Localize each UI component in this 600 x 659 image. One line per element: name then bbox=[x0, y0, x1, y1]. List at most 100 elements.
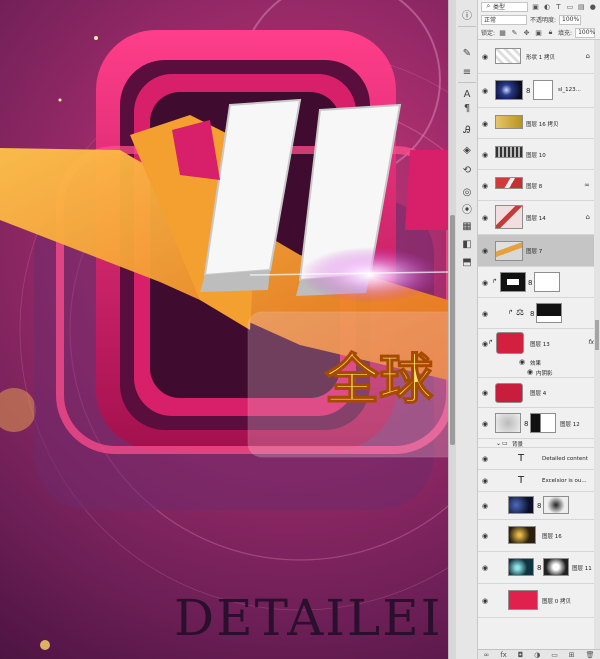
layer-name[interactable]: 图层 11 bbox=[572, 564, 592, 572]
visibility-eye-icon[interactable]: ◉ bbox=[518, 358, 526, 366]
visibility-eye-icon[interactable]: ◉ bbox=[481, 151, 489, 159]
visibility-eye-icon[interactable]: ◉ bbox=[481, 214, 489, 222]
new-adjustment-icon[interactable]: ◑ bbox=[534, 651, 540, 659]
layer-name[interactable]: 图层 13 bbox=[530, 340, 550, 348]
paragraph-icon[interactable]: ¶ bbox=[459, 100, 475, 116]
visibility-eye-icon[interactable]: ◉ bbox=[481, 247, 489, 255]
add-mask-icon[interactable]: ◘ bbox=[518, 651, 524, 659]
lock-paint-icon[interactable]: ✎ bbox=[510, 28, 519, 37]
layer-name[interactable]: 图层 14 bbox=[526, 214, 546, 222]
channels-icon[interactable]: ⦿ bbox=[459, 200, 475, 216]
layer-name[interactable]: 图层 12 bbox=[560, 420, 580, 428]
effects-row[interactable]: ◉ 效果 bbox=[478, 357, 600, 367]
layer-row[interactable]: ◉ 图层 14 ⌂ bbox=[478, 201, 600, 235]
group-row[interactable]: ⌄ ▭ 背景 bbox=[478, 439, 600, 448]
filter-text-icon[interactable]: T bbox=[554, 2, 562, 11]
info-icon[interactable]: ⓘ bbox=[459, 6, 475, 22]
visibility-eye-icon[interactable]: ◉ bbox=[481, 182, 489, 190]
layer-name[interactable]: Detailed content bbox=[542, 456, 588, 462]
opacity-input[interactable]: 100% bbox=[559, 14, 582, 25]
layer-name[interactable]: 图层 7 bbox=[526, 247, 542, 255]
visibility-eye-icon[interactable]: ◉ bbox=[481, 279, 489, 287]
link-layers-icon[interactable]: ∞ bbox=[483, 651, 489, 659]
lock-all-icon[interactable]: 🔒︎ bbox=[546, 28, 555, 37]
fill-input[interactable]: 100% bbox=[575, 27, 595, 38]
layer-name[interactable]: 图层 16 拷贝 bbox=[526, 120, 559, 128]
text-layer-row[interactable]: ◉ T Detailed content bbox=[478, 448, 600, 470]
layer-row[interactable]: ◉ 图层 0 拷贝 bbox=[478, 584, 600, 618]
layers-scrollbar[interactable] bbox=[594, 40, 600, 649]
layer-row[interactable]: ◉ 图层 16 bbox=[478, 520, 600, 552]
grid-icon[interactable]: ▦ bbox=[459, 218, 475, 234]
visibility-eye-icon[interactable]: ◉ bbox=[481, 53, 489, 61]
visibility-eye-icon[interactable]: ◉ bbox=[481, 120, 489, 128]
filter-shape-icon[interactable]: ▭ bbox=[566, 2, 574, 11]
filter-smart-icon[interactable]: ▤ bbox=[577, 2, 585, 11]
visibility-eye-icon[interactable]: ◉ bbox=[481, 564, 489, 572]
effect-item-row[interactable]: ◉ 内阴影 bbox=[478, 367, 600, 378]
layer-name[interactable]: 形状 1 拷贝 bbox=[526, 53, 555, 61]
lock-artboard-icon[interactable]: ▣ bbox=[534, 28, 543, 37]
canvas-scroll-thumb[interactable] bbox=[450, 215, 455, 445]
layer-row[interactable]: ◉ 8 图层 12 bbox=[478, 408, 600, 439]
filter-adjust-icon[interactable]: ◐ bbox=[543, 2, 551, 11]
adjustments-icon[interactable]: ≡ bbox=[459, 64, 475, 80]
3d-icon[interactable]: ◈ bbox=[459, 142, 475, 158]
canvas-vertical-scrollbar[interactable] bbox=[448, 0, 456, 659]
layers-scroll-thumb[interactable] bbox=[595, 320, 599, 350]
group-name[interactable]: 背景 bbox=[512, 440, 523, 448]
layer-row[interactable]: ◉ ↱ ⚖ 8 bbox=[478, 298, 600, 329]
swatches-icon[interactable]: ◧ bbox=[459, 236, 475, 252]
visibility-eye-icon[interactable]: ◉ bbox=[526, 368, 534, 376]
layer-row[interactable]: ◉ ↱ 图层 13 fx bbox=[478, 329, 600, 357]
filter-image-icon[interactable]: ▣ bbox=[531, 2, 539, 11]
brush-icon[interactable]: ✎ bbox=[459, 45, 475, 61]
visibility-eye-icon[interactable]: ◉ bbox=[481, 597, 489, 605]
text-layer-row[interactable]: ◉ T Excelsior is ou... bbox=[478, 470, 600, 492]
layer-thumbnail bbox=[508, 558, 534, 576]
document-canvas[interactable]: 全球 11 DETAILEI bbox=[0, 0, 448, 659]
layer-name[interactable]: 图层 0 拷贝 bbox=[542, 597, 571, 605]
layer-name[interactable]: Excelsior is ou... bbox=[542, 478, 587, 484]
history-icon[interactable]: ⟲ bbox=[459, 162, 475, 178]
lock-position-icon[interactable]: ✥ bbox=[522, 28, 531, 37]
delete-layer-icon[interactable]: 🗑︎ bbox=[586, 651, 595, 659]
blend-row: 正常 不透明度: 100% bbox=[478, 13, 600, 26]
layer-row[interactable]: ◉ 图层 8 ∞ bbox=[478, 170, 600, 201]
visibility-eye-icon[interactable]: ◉ bbox=[481, 389, 489, 397]
visibility-eye-icon[interactable]: ◉ bbox=[481, 532, 489, 540]
properties-icon[interactable]: ⬒ bbox=[459, 254, 475, 270]
chevron-down-icon[interactable]: ⌄ bbox=[496, 440, 501, 447]
blend-mode-select[interactable]: 正常 bbox=[481, 14, 527, 25]
layer-row-selected[interactable]: ◉ 图层 7 bbox=[478, 235, 600, 267]
filter-toggle-icon[interactable]: ● bbox=[589, 2, 597, 11]
visibility-eye-icon[interactable]: ◉ bbox=[481, 502, 489, 510]
layer-row[interactable]: ◉ 图层 10 bbox=[478, 139, 600, 170]
visibility-eye-icon[interactable]: ◉ bbox=[481, 310, 489, 318]
add-style-icon[interactable]: fx bbox=[500, 651, 507, 659]
layer-name[interactable]: 图层 4 bbox=[530, 389, 546, 397]
layer-row[interactable]: ◉ 8 sl_123... bbox=[478, 74, 600, 108]
layer-row[interactable]: ◉ 图层 16 拷贝 bbox=[478, 108, 600, 139]
visibility-eye-icon[interactable]: ◉ bbox=[481, 477, 489, 485]
layer-row[interactable]: ◉ 8 bbox=[478, 492, 600, 520]
visibility-eye-icon[interactable]: ◉ bbox=[481, 420, 489, 428]
layer-name[interactable]: 图层 10 bbox=[526, 151, 546, 159]
layer-row[interactable]: ◉ 8 图层 11 bbox=[478, 552, 600, 584]
layer-row[interactable]: ◉ 形状 1 拷贝 ⌂ bbox=[478, 40, 600, 74]
visibility-eye-icon[interactable]: ◉ bbox=[481, 455, 489, 463]
visibility-eye-icon[interactable]: ◉ bbox=[481, 87, 489, 95]
layer-row[interactable]: ◉ 图层 4 bbox=[478, 378, 600, 408]
glyphs-icon[interactable]: Ꭿ bbox=[459, 122, 475, 138]
layer-name[interactable]: 图层 16 bbox=[542, 532, 562, 540]
filter-kind-select[interactable]: ⌕ 类型 bbox=[481, 1, 529, 12]
layer-name[interactable]: 图层 8 bbox=[526, 182, 542, 190]
lock-pixels-icon[interactable]: ▦ bbox=[498, 28, 507, 37]
new-group-icon[interactable]: ▭ bbox=[551, 651, 558, 659]
new-layer-icon[interactable]: ⊞ bbox=[569, 651, 575, 659]
layer-row[interactable]: ◉ ↱ 8 bbox=[478, 267, 600, 298]
layers-icon[interactable]: ◎ bbox=[459, 184, 475, 200]
layer-name[interactable]: sl_123... bbox=[558, 87, 581, 93]
detailed-text: DETAILEI bbox=[174, 589, 443, 647]
effect-name[interactable]: 内阴影 bbox=[536, 369, 553, 377]
